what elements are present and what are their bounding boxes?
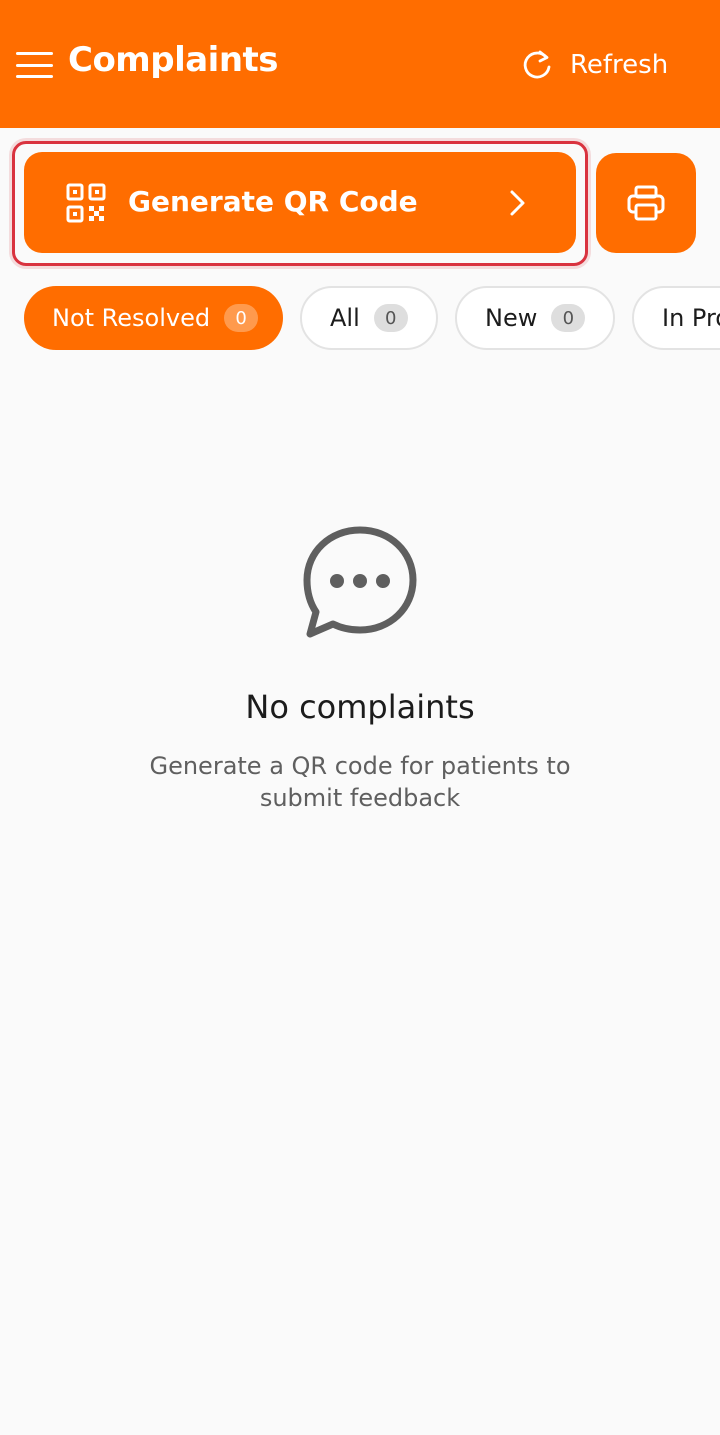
filter-chip-in-progress[interactable]: In Pro <box>632 286 720 350</box>
count-badge: 0 <box>224 304 259 332</box>
qr-code-icon <box>66 183 106 223</box>
count-badge: 0 <box>373 304 408 332</box>
complaints-screen: Complaints Refresh Generate QR Code Not … <box>0 0 720 1435</box>
app-bar: Complaints Refresh <box>0 0 720 128</box>
chevron-right-icon <box>510 190 525 216</box>
chip-label: Not Resolved <box>52 304 211 332</box>
refresh-label: Refresh <box>570 50 669 80</box>
refresh-button[interactable]: Refresh <box>520 44 668 86</box>
refresh-icon <box>523 50 551 79</box>
page-title: Complaints <box>68 40 279 80</box>
menu-icon[interactable] <box>16 52 54 78</box>
print-button[interactable] <box>596 153 696 253</box>
chat-bubble-icon <box>303 526 417 638</box>
filter-chip-all[interactable]: All 0 <box>300 286 438 350</box>
filter-chip-not-resolved[interactable]: Not Resolved 0 <box>24 286 283 350</box>
generate-qr-label: Generate QR Code <box>128 185 418 218</box>
empty-state-title: No complaints <box>245 688 475 726</box>
printer-icon <box>627 185 665 221</box>
count-badge: 0 <box>551 304 586 332</box>
filter-chips: Not Resolved 0 All 0 New 0 In Pro <box>0 286 720 352</box>
filter-chip-new[interactable]: New 0 <box>455 286 615 350</box>
generate-qr-button[interactable]: Generate QR Code <box>24 152 576 253</box>
chip-label: All <box>330 304 360 332</box>
empty-state-subtitle: Generate a QR code for patients to submi… <box>149 752 571 812</box>
chip-label: New <box>485 304 538 332</box>
chip-label: In Pro <box>662 304 720 332</box>
